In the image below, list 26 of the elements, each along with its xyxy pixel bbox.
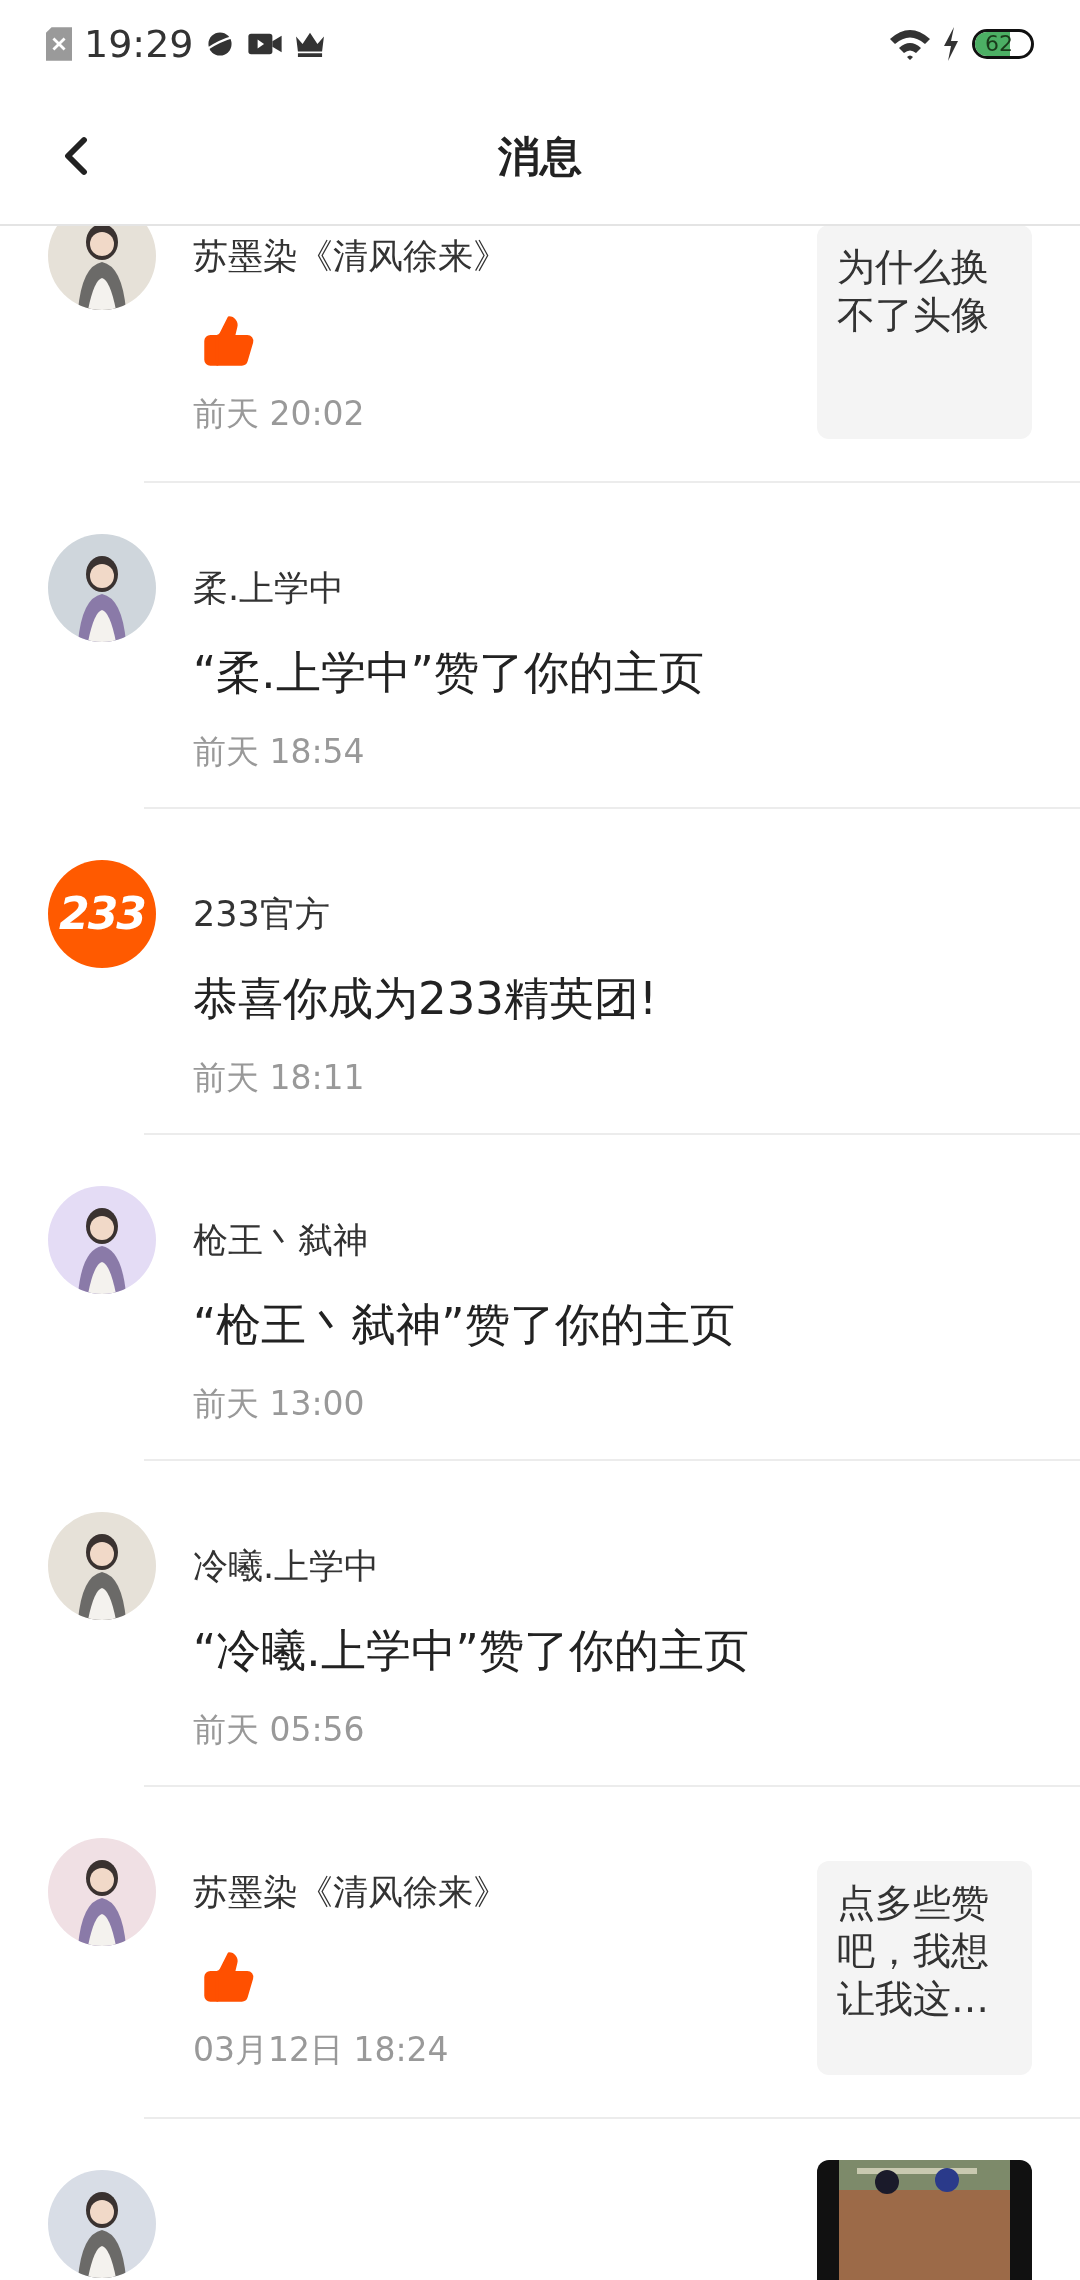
avatar-badge: 233 bbox=[48, 860, 156, 968]
sim-off-icon bbox=[46, 27, 72, 61]
quoted-post[interactable]: 点多些赞吧，我想让我这… bbox=[817, 1861, 1032, 2075]
sender-name: 冷曦.上学中 bbox=[193, 1545, 381, 1588]
message-text: “柔.上学中”赞了你的主页 bbox=[193, 645, 705, 701]
clock-time: 19:29 bbox=[84, 20, 194, 68]
message-text: “冷曦.上学中”赞了你的主页 bbox=[193, 1623, 750, 1679]
message-time: 前天 13:00 bbox=[193, 1383, 366, 1425]
message-time: 03月12日 18:24 bbox=[193, 2029, 450, 2071]
sender-name: 苏墨染《清风徐来》 bbox=[193, 235, 509, 278]
page-title: 消息 bbox=[498, 130, 582, 183]
wifi-icon bbox=[888, 27, 932, 61]
sender-name: 枪王丶弑神 bbox=[193, 1219, 369, 1262]
message-time: 前天 18:54 bbox=[193, 731, 366, 773]
crown-icon bbox=[293, 31, 326, 57]
sender-name: 苏墨染《清风徐来》 bbox=[193, 1871, 509, 1914]
sender-name: 233官方 bbox=[193, 893, 331, 936]
message-time: 前天 05:56 bbox=[193, 1709, 366, 1751]
quoted-post[interactable]: 为什么换不了头像 bbox=[817, 225, 1032, 439]
message-time: 前天 18:11 bbox=[193, 1057, 366, 1099]
video-camera-icon bbox=[247, 32, 282, 56]
sender-name: 柔.上学中 bbox=[193, 567, 346, 610]
message-time: 前天 20:02 bbox=[193, 393, 366, 435]
charging-bolt-icon bbox=[942, 27, 960, 61]
message-text: “枪王丶弑神”赞了你的主页 bbox=[193, 1297, 736, 1353]
message-text: 恭喜你成为233精英团! bbox=[193, 971, 658, 1027]
